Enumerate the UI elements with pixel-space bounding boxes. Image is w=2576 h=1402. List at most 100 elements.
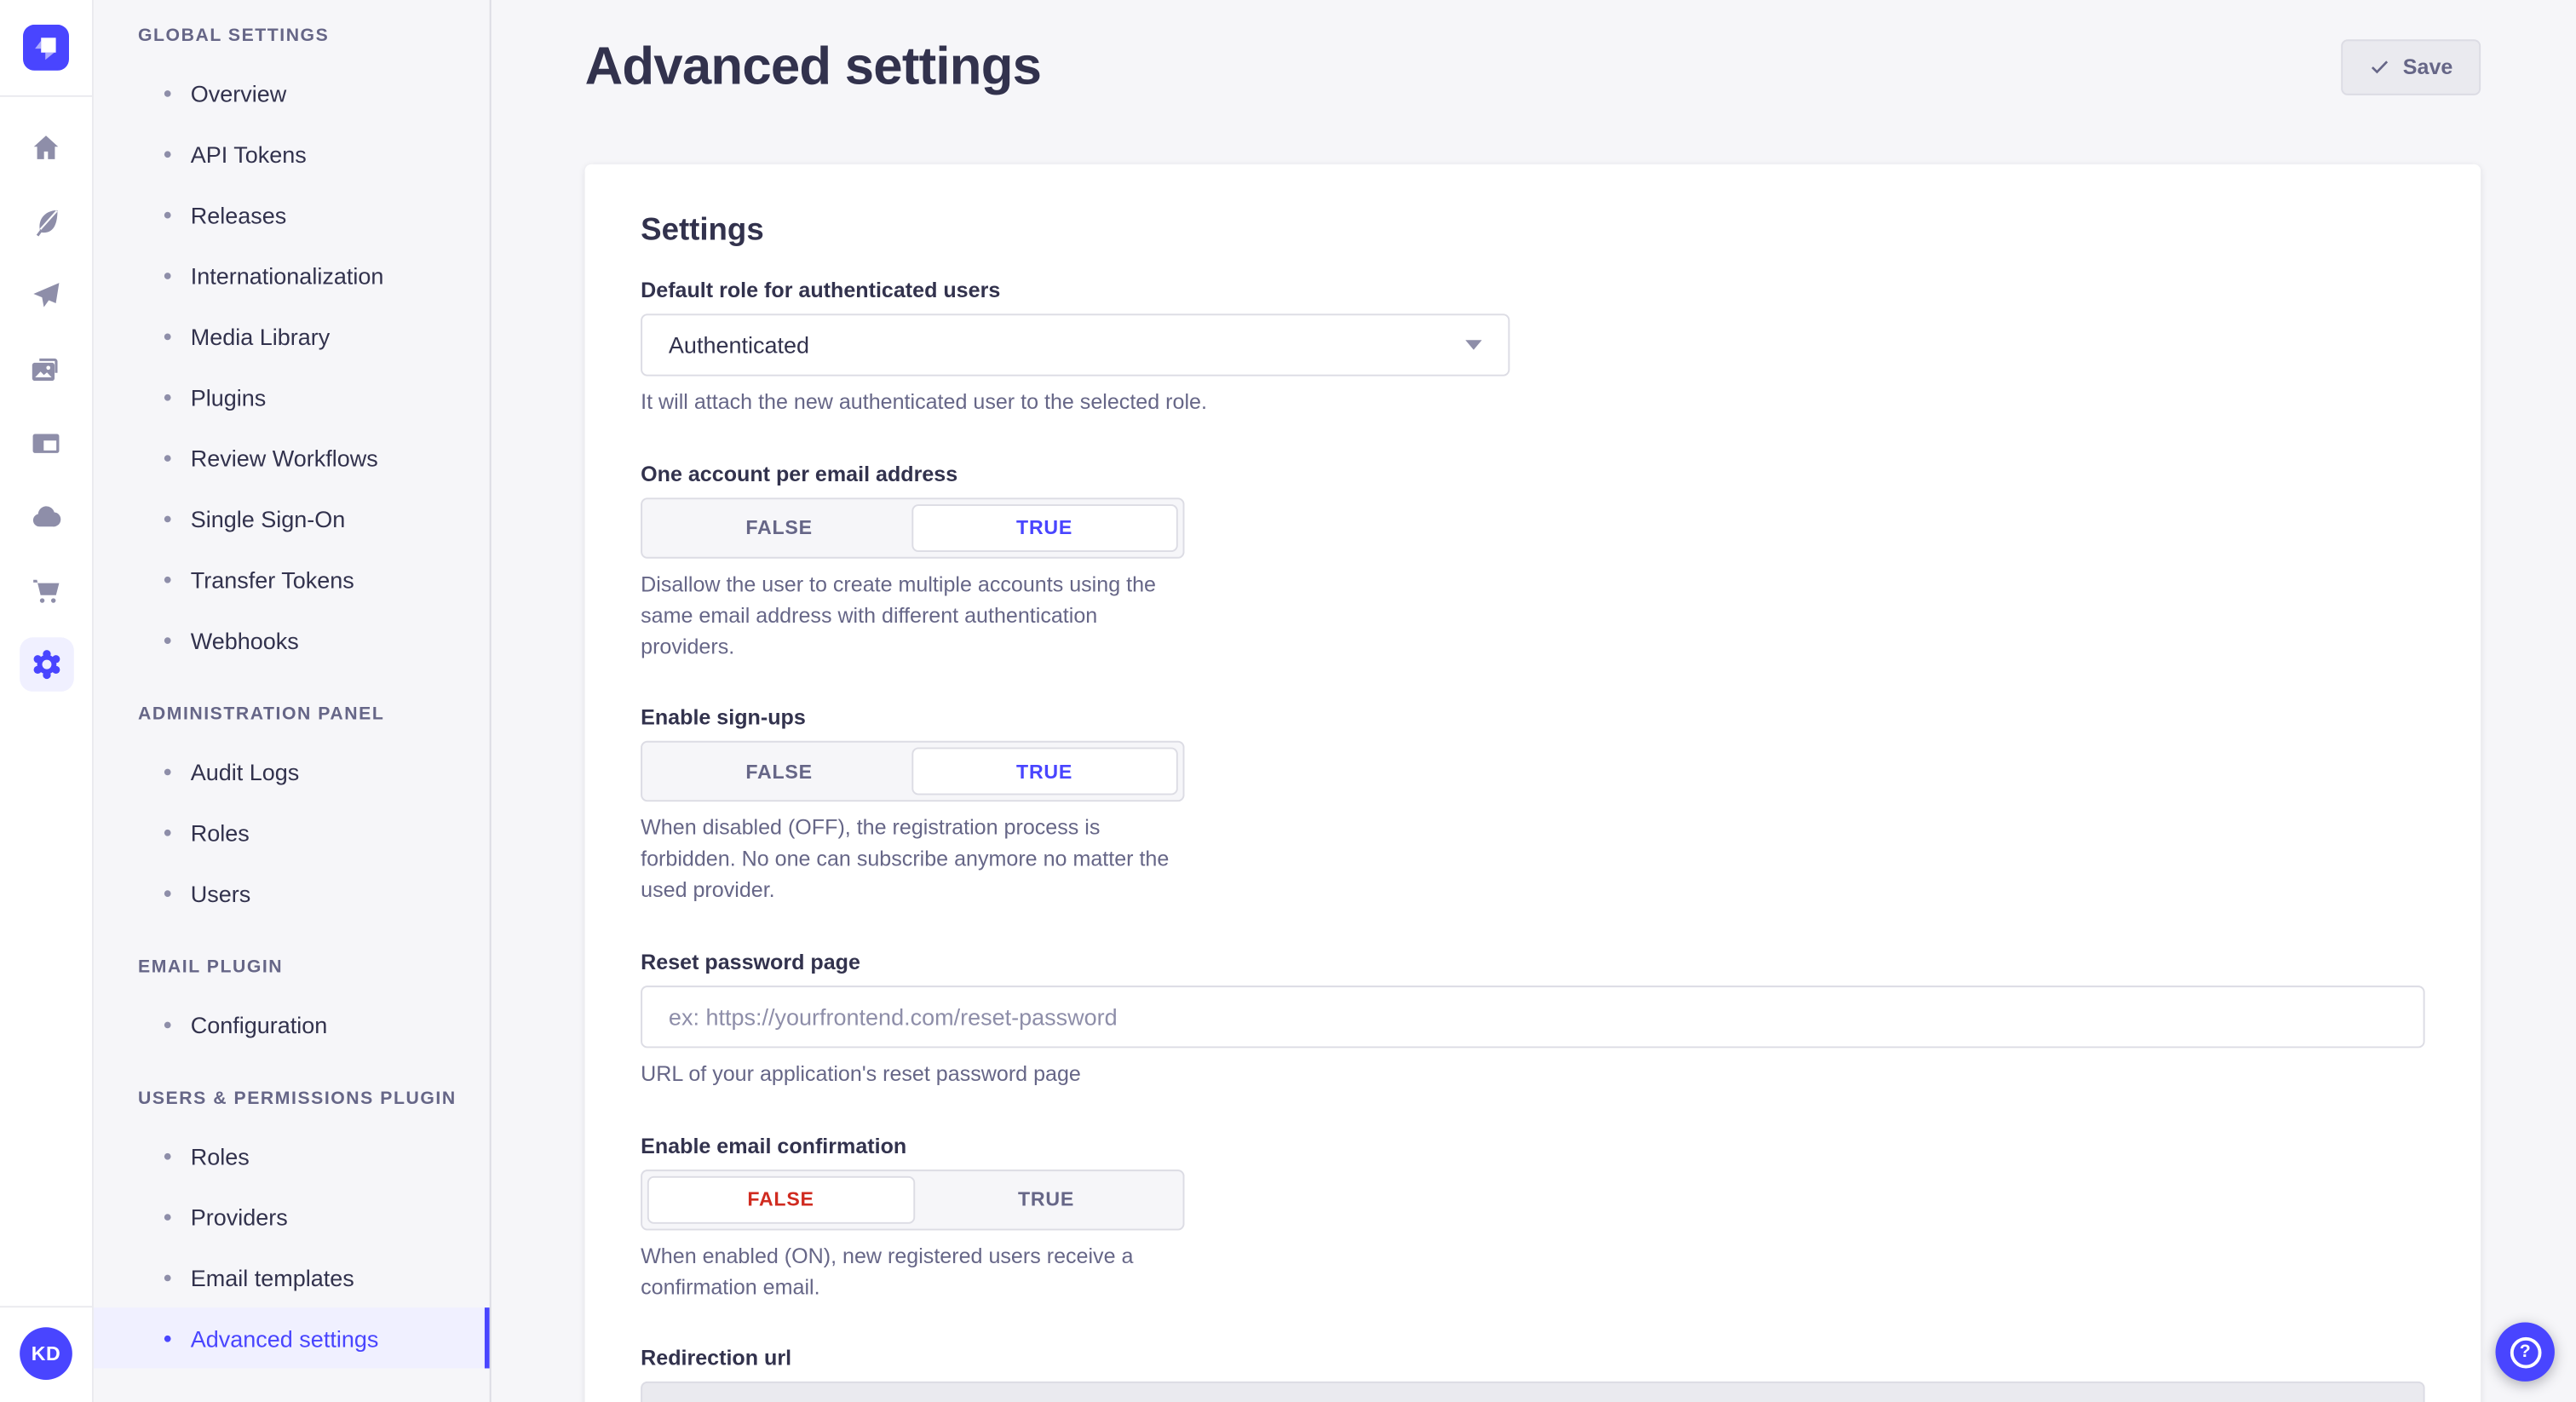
default-role-value: Authenticated — [669, 332, 809, 359]
settings-gear-icon[interactable] — [19, 637, 73, 692]
page-header: Advanced settings Save — [492, 0, 2576, 97]
sidebar-item-plugins[interactable]: Plugins — [94, 366, 490, 427]
sign-ups-true-button[interactable]: TRUE — [911, 748, 1177, 796]
sidebar-item-webhooks[interactable]: Webhooks — [94, 609, 490, 669]
email-confirmation-hint: When enabled (ON), new registered users … — [641, 1242, 1182, 1304]
field-one-account: One account per email address FALSE TRUE… — [641, 462, 2424, 663]
bullet-icon — [164, 1021, 171, 1028]
default-role-select[interactable]: Authenticated — [641, 313, 1509, 376]
one-account-hint: Disallow the user to create multiple acc… — [641, 570, 1182, 663]
home-icon[interactable] — [19, 120, 73, 175]
email-confirmation-label: Enable email confirmation — [641, 1133, 2424, 1158]
sidebar-item-audit-logs[interactable]: Audit Logs — [94, 741, 490, 802]
email-confirmation-false-button[interactable]: FALSE — [647, 1175, 914, 1223]
bullet-icon — [164, 1274, 171, 1281]
bullet-icon — [164, 636, 171, 643]
app-window: KD Global Settings Overview API Tokens R… — [0, 0, 2576, 1402]
rail-icons — [19, 97, 73, 711]
email-confirmation-toggle: FALSE TRUE — [641, 1169, 1184, 1230]
field-default-role: Default role for authenticated users Aut… — [641, 278, 2424, 419]
reset-password-label: Reset password page — [641, 950, 2424, 974]
save-button[interactable]: Save — [2340, 38, 2481, 95]
bullet-icon — [164, 150, 171, 157]
help-button[interactable]: ? — [2495, 1322, 2554, 1381]
one-account-false-button[interactable]: FALSE — [647, 504, 911, 552]
sidebar-item-email-configuration[interactable]: Configuration — [94, 994, 490, 1054]
main-content: Advanced settings Save Settings Default … — [492, 0, 2576, 1402]
sidebar-item-review-workflows[interactable]: Review Workflows — [94, 427, 490, 487]
sidebar-section-title: Email Plugin — [94, 957, 490, 977]
bullet-icon — [164, 333, 171, 340]
bullet-icon — [164, 89, 171, 96]
bullet-icon — [164, 1335, 171, 1342]
bullet-icon — [164, 272, 171, 279]
sign-ups-toggle: FALSE TRUE — [641, 742, 1184, 802]
one-account-toggle: FALSE TRUE — [641, 497, 1184, 558]
divider — [0, 1306, 92, 1307]
bullet-icon — [164, 576, 171, 583]
redirection-url-input — [641, 1382, 2424, 1402]
media-library-icon[interactable] — [19, 342, 73, 396]
check-icon — [2368, 56, 2389, 78]
sidebar-section-title: Users & Permissions Plugin — [94, 1089, 490, 1109]
feather-icon[interactable] — [19, 194, 73, 249]
sidebar-section-global-settings: Global Settings Overview API Tokens Rele… — [94, 26, 490, 670]
bullet-icon — [164, 454, 171, 461]
sidebar-item-email-templates[interactable]: Email templates — [94, 1247, 490, 1307]
page-title: Advanced settings — [585, 36, 1042, 96]
cloud-icon[interactable] — [19, 490, 73, 544]
reset-password-hint: URL of your application's reset password… — [641, 1060, 2424, 1090]
sidebar-item-single-sign-on[interactable]: Single Sign-On — [94, 488, 490, 549]
redirection-url-label: Redirection url — [641, 1346, 2424, 1370]
field-email-confirmation: Enable email confirmation FALSE TRUE Whe… — [641, 1133, 2424, 1303]
sidebar-section-title: Global Settings — [94, 26, 490, 46]
sidebar-section-users-permissions-plugin: Users & Permissions Plugin Roles Provide… — [94, 1089, 490, 1369]
sidebar-item-providers[interactable]: Providers — [94, 1186, 490, 1246]
reset-password-input[interactable] — [641, 985, 2424, 1048]
question-mark-icon: ? — [2510, 1336, 2541, 1368]
sidebar-section-email-plugin: Email Plugin Configuration — [94, 957, 490, 1054]
paper-plane-icon[interactable] — [19, 267, 73, 322]
sidebar-item-admin-users[interactable]: Users — [94, 862, 490, 922]
bullet-icon — [164, 515, 171, 522]
bullet-icon — [164, 394, 171, 400]
one-account-label: One account per email address — [641, 462, 2424, 486]
field-redirection-url: Redirection url — [641, 1346, 2424, 1402]
rail-bottom: KD — [0, 1306, 92, 1402]
strapi-logo[interactable] — [23, 25, 69, 71]
section-title: Settings — [641, 214, 2424, 250]
one-account-true-button[interactable]: TRUE — [911, 504, 1177, 552]
sidebar-section-administration-panel: Administration Panel Audit Logs Roles Us… — [94, 704, 490, 922]
settings-sidebar: Global Settings Overview API Tokens Rele… — [94, 0, 492, 1402]
sidebar-item-releases[interactable]: Releases — [94, 184, 490, 244]
sidebar-item-api-tokens[interactable]: API Tokens — [94, 124, 490, 184]
field-sign-ups: Enable sign-ups FALSE TRUE When disabled… — [641, 705, 2424, 906]
sidebar-item-transfer-tokens[interactable]: Transfer Tokens — [94, 549, 490, 609]
sidebar-item-overview[interactable]: Overview — [94, 62, 490, 123]
cart-icon[interactable] — [19, 563, 73, 618]
bullet-icon — [164, 1152, 171, 1159]
sidebar-section-title: Administration Panel — [94, 704, 490, 724]
field-reset-password: Reset password page URL of your applicat… — [641, 950, 2424, 1091]
sidebar-item-up-roles[interactable]: Roles — [94, 1125, 490, 1186]
sidebar-item-advanced-settings[interactable]: Advanced settings — [94, 1307, 490, 1368]
default-role-label: Default role for authenticated users — [641, 278, 2424, 302]
icon-rail: KD — [0, 0, 94, 1402]
layout-icon[interactable] — [19, 416, 73, 470]
bullet-icon — [164, 829, 171, 836]
sign-ups-label: Enable sign-ups — [641, 705, 2424, 730]
sidebar-item-admin-roles[interactable]: Roles — [94, 802, 490, 862]
bullet-icon — [164, 211, 171, 218]
sidebar-item-media-library[interactable]: Media Library — [94, 306, 490, 366]
sign-ups-false-button[interactable]: FALSE — [647, 748, 911, 796]
avatar[interactable]: KD — [20, 1327, 72, 1380]
settings-card: Settings Default role for authenticated … — [585, 164, 2481, 1402]
sidebar-item-internationalization[interactable]: Internationalization — [94, 244, 490, 305]
sign-ups-hint: When disabled (OFF), the registration pr… — [641, 813, 1182, 906]
bullet-icon — [164, 768, 171, 775]
bullet-icon — [164, 889, 171, 896]
bullet-icon — [164, 1213, 171, 1220]
email-confirmation-true-button[interactable]: TRUE — [914, 1175, 1178, 1223]
default-role-hint: It will attach the new authenticated use… — [641, 388, 2424, 418]
chevron-down-icon — [1465, 340, 1481, 350]
